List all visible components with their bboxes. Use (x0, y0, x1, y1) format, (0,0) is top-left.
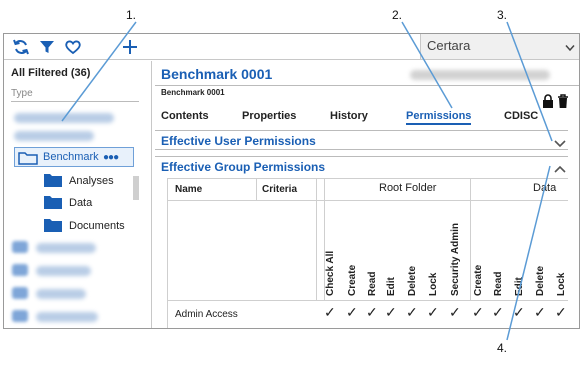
refresh-icon[interactable] (11, 37, 31, 57)
column-header-name[interactable]: Name (175, 184, 202, 195)
permission-check-icon[interactable]: ✓ (385, 305, 397, 319)
object-tabs: Contents Properties History Permissions … (155, 110, 579, 128)
section-effective-user-permissions[interactable]: Effective User Permissions (155, 130, 568, 150)
trash-icon[interactable] (557, 94, 569, 108)
top-toolbar: Certara (4, 34, 579, 60)
tree-item-label: Benchmark (43, 151, 99, 163)
folder-open-icon (18, 151, 38, 170)
column-header-permission: Lock (556, 272, 567, 296)
project-select-value: Certara (427, 38, 471, 53)
filter-icon[interactable] (37, 37, 57, 57)
folder-icon (44, 195, 62, 214)
tab-properties[interactable]: Properties (242, 110, 296, 122)
group-header-root-folder: Root Folder (379, 182, 437, 194)
tree-item-benchmark[interactable]: Benchmark ●●● (14, 147, 134, 167)
column-header-permission: Create (473, 264, 484, 296)
tree-item-analyses[interactable]: Analyses (44, 172, 144, 190)
heart-icon[interactable] (63, 37, 83, 57)
callout-3: 3. (497, 8, 508, 22)
permission-check-icon[interactable]: ✓ (346, 305, 358, 319)
divider (155, 85, 579, 86)
column-header-permission: Edit (514, 277, 525, 296)
column-header-permission: Check All (325, 250, 336, 296)
object-title: Benchmark 0001 (161, 66, 273, 82)
permission-check-icon[interactable]: ✓ (427, 305, 439, 319)
blurred-item (12, 287, 28, 299)
permission-check-icon[interactable]: ✓ (449, 305, 461, 319)
grid-line (168, 200, 568, 201)
tree-item-label: Documents (69, 220, 125, 232)
permission-check-icon[interactable]: ✓ (534, 305, 546, 319)
blurred-item (36, 243, 96, 253)
tree-item-label: Data (69, 197, 93, 209)
app-window: Certara All Filtered (36) Type Benchmark… (3, 33, 580, 329)
more-options-icon[interactable]: ●●● (103, 152, 119, 163)
column-header-permission: Delete (407, 265, 418, 296)
chevron-down-icon (565, 40, 575, 55)
section-title: Effective Group Permissions (161, 160, 326, 174)
tree-item-documents[interactable]: Documents (44, 217, 144, 235)
blurred-item (36, 289, 86, 299)
column-header-permission: Lock (428, 272, 439, 296)
grid-line (316, 179, 317, 300)
section-effective-group-permissions[interactable]: Effective Group Permissions (155, 156, 568, 176)
tab-cdisc[interactable]: CDISC (504, 110, 538, 122)
folder-icon (44, 218, 62, 237)
callout-1: 1. (126, 8, 137, 22)
project-select[interactable]: Certara (420, 34, 579, 59)
permission-check-icon[interactable]: ✓ (366, 305, 378, 319)
tab-history[interactable]: History (330, 110, 368, 122)
permission-check-icon[interactable]: ✓ (406, 305, 418, 319)
navigation-panel: All Filtered (36) Type Benchmark ●●● Ana… (4, 61, 152, 328)
tree-item-label: Analyses (69, 175, 114, 187)
filter-summary: All Filtered (36) (11, 67, 91, 79)
chevron-down-icon[interactable] (554, 135, 566, 153)
column-header-permission: Delete (535, 265, 546, 296)
section-title: Effective User Permissions (161, 134, 316, 148)
blurred-item (36, 312, 98, 322)
column-header-criteria[interactable]: Criteria (262, 184, 297, 195)
callout-4: 4. (497, 341, 508, 355)
object-subtitle: Benchmark 0001 (161, 88, 225, 97)
blurred-item (14, 113, 114, 123)
plus-icon[interactable] (120, 37, 140, 57)
permission-check-icon[interactable]: ✓ (324, 305, 336, 319)
callout-2: 2. (392, 8, 403, 22)
type-filter-field[interactable]: Type (11, 88, 139, 102)
column-header-permission: Read (493, 271, 504, 296)
blurred-item (12, 310, 28, 322)
permissions-grid: Name Criteria Root Folder Data Check All… (167, 178, 568, 328)
column-header-permission: Security Admin (450, 223, 461, 296)
table-row-name: Admin Access (175, 309, 238, 320)
column-header-permission: Read (367, 271, 378, 296)
grid-line (256, 179, 257, 200)
lock-icon[interactable] (542, 94, 554, 108)
tree-item-data[interactable]: Data (44, 194, 144, 212)
grid-line (168, 300, 568, 301)
scrollbar[interactable] (133, 176, 139, 200)
column-header-permission: Edit (386, 277, 397, 296)
blurred-item (36, 266, 91, 276)
tab-contents[interactable]: Contents (161, 110, 209, 122)
detail-panel: Benchmark 0001 Benchmark 0001 Contents P… (155, 61, 579, 328)
tab-permissions[interactable]: Permissions (406, 110, 472, 125)
blurred-item (12, 264, 28, 276)
group-header-data: Data (533, 182, 557, 194)
blurred-item (410, 70, 550, 80)
folder-icon (44, 173, 62, 192)
blurred-item (12, 241, 28, 253)
permission-check-icon[interactable]: ✓ (555, 305, 567, 319)
permission-check-icon[interactable]: ✓ (513, 305, 525, 319)
column-header-permission: Create (347, 264, 358, 296)
chevron-up-icon[interactable] (554, 161, 566, 179)
permission-check-icon[interactable]: ✓ (492, 305, 504, 319)
grid-line (470, 179, 471, 300)
blurred-item (14, 131, 94, 141)
permission-check-icon[interactable]: ✓ (472, 305, 484, 319)
